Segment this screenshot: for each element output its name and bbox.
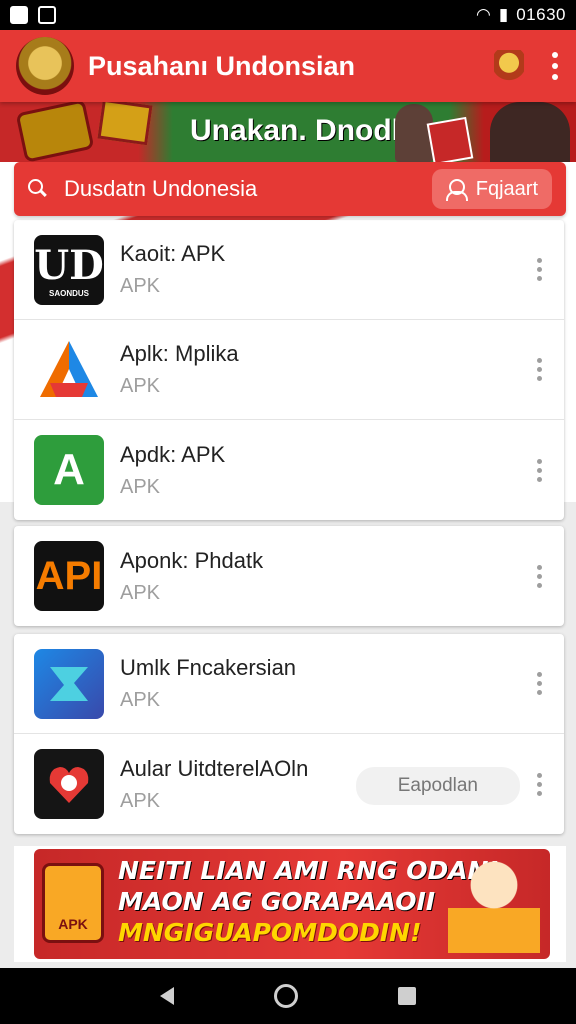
more-options-icon[interactable] — [534, 772, 544, 796]
app-subtitle: APK — [120, 689, 161, 711]
search-icon — [28, 179, 48, 199]
list-item[interactable]: Umlk Fncakersian APK — [14, 634, 564, 734]
list-item[interactable]: API Aponk: Phdatk APK — [14, 526, 564, 626]
more-options-icon[interactable] — [534, 458, 544, 482]
app-name: Aponk: Phdatk — [120, 547, 264, 573]
app-name: Apdk: APK — [120, 441, 226, 467]
more-options-icon[interactable] — [534, 258, 544, 281]
app-name: Umlk Fncakersian — [120, 655, 297, 680]
user-icon — [445, 179, 468, 201]
search-input[interactable]: Dusdatn Undonesia — [64, 176, 432, 202]
app-icon-subtext: SAONDUS — [48, 288, 89, 298]
banner-emblem-graphic — [15, 102, 95, 162]
search-action-label: Fqjaart — [475, 177, 538, 200]
signal-icon: ▮ — [498, 5, 509, 24]
app-icon-text: API — [35, 553, 103, 598]
app-subtitle: APK — [120, 581, 161, 604]
banner-text: Unakan. Dnodks — [190, 114, 426, 147]
app-title: Pusahanı Undonsian — [88, 50, 356, 81]
app-name: Aplk: Mplika — [120, 341, 239, 366]
wifi-icon: ◠ — [476, 5, 491, 24]
app-list-group: UD SAONDUS Kaoit: APK APK Aplk: Mplika A… — [14, 220, 564, 520]
ad-line-1: NEITI LIAN AMI RNG ODANI — [118, 856, 498, 885]
app-subtitle: APK — [120, 375, 161, 397]
more-options-icon[interactable] — [534, 672, 544, 695]
app-list-group: Umlk Fncakersian APK Aular UitdterelAOln… — [14, 634, 564, 834]
overflow-menu-icon[interactable] — [550, 52, 560, 80]
app-subtitle: APK — [120, 475, 161, 498]
search-action-button[interactable]: Fqjaart — [431, 169, 552, 209]
list-item[interactable]: Aplk: Mplika APK — [14, 320, 564, 420]
app-icon — [34, 749, 104, 819]
banner-seal-graphic — [97, 102, 153, 146]
back-icon[interactable] — [160, 987, 174, 1005]
banner-card-graphic — [426, 116, 474, 162]
app-icon: UD SAONDUS — [34, 234, 104, 305]
home-icon[interactable] — [274, 984, 298, 1008]
emblem-icon[interactable] — [494, 50, 524, 82]
status-bar: ◠ ▮ 01630 — [0, 0, 576, 30]
list-item[interactable]: Aular UitdterelAOln APK Eapodlan — [14, 734, 564, 834]
ad-line-2: MAON AG GORAPAAOII — [118, 887, 436, 916]
more-options-icon[interactable] — [534, 358, 544, 381]
list-item[interactable]: UD SAONDUS Kaoit: APK APK — [14, 220, 564, 320]
app-name: Kaoit: APK — [120, 241, 226, 266]
ad-mascot-image — [448, 853, 540, 953]
banner-person-image-2 — [490, 102, 570, 162]
app-bar: Pusahanı Undonsian — [0, 30, 576, 102]
app-list-group: API Aponk: Phdatk APK — [14, 526, 564, 626]
app-icon — [34, 334, 104, 405]
app-icon-text: UD — [34, 241, 104, 289]
ad-banner[interactable]: APK NEITI LIAN AMI RNG ODANI MAON AG GOR… — [14, 846, 566, 962]
ad-line-3: MNGIGUAPOMDODIN! — [118, 918, 422, 947]
app-icon: API — [34, 541, 104, 611]
garuda-emblem-logo — [16, 37, 74, 95]
navigation-bar — [0, 968, 576, 1024]
ad-logo: APK — [42, 863, 104, 943]
recents-icon[interactable] — [398, 987, 416, 1005]
status-time: 01630 — [516, 5, 566, 24]
app-icon: A — [34, 435, 104, 505]
ad-logo-text: APK — [58, 916, 88, 932]
notification-icon — [10, 6, 28, 24]
search-bar[interactable]: Dusdatn Undonesia Fqjaart — [14, 162, 566, 216]
list-item[interactable]: A Apdk: APK APK — [14, 420, 564, 520]
app-subtitle: APK — [120, 275, 161, 297]
promo-banner[interactable]: Unakan. Dnodks — [0, 102, 576, 162]
app-icon-text: A — [53, 445, 85, 494]
app-icon — [34, 648, 104, 719]
gallery-icon — [38, 6, 56, 24]
more-options-icon[interactable] — [534, 564, 544, 588]
download-button[interactable]: Eapodlan — [355, 767, 520, 805]
